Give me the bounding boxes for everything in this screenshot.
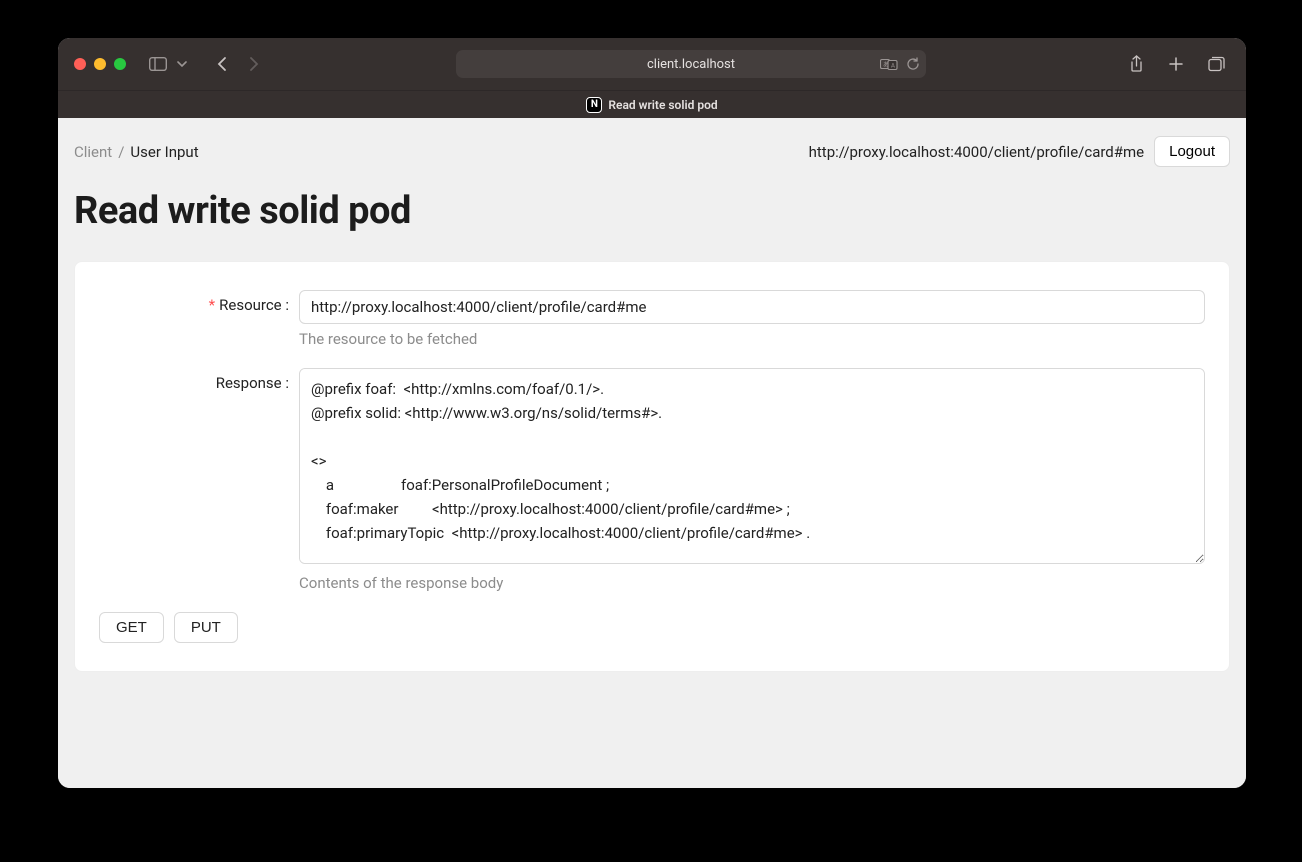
tab-overview-icon[interactable]	[1202, 50, 1230, 78]
new-tab-icon[interactable]	[1162, 50, 1190, 78]
tab-favicon: N	[586, 97, 602, 113]
form-card: *Resource : The resource to be fetched R…	[74, 261, 1230, 672]
tab-strip: N Read write solid pod	[58, 90, 1246, 118]
resource-help: The resource to be fetched	[299, 330, 1205, 348]
sidebar-toggle-button[interactable]	[144, 50, 172, 78]
svg-text:A: A	[891, 62, 895, 69]
resource-label: *Resource :	[99, 290, 299, 314]
share-icon[interactable]	[1122, 50, 1150, 78]
breadcrumb-separator: /	[118, 143, 124, 161]
address-bar[interactable]: client.localhost あ A	[456, 50, 926, 78]
window-minimize-button[interactable]	[94, 58, 106, 70]
forward-button[interactable]	[240, 50, 268, 78]
translate-icon[interactable]: あ A	[880, 58, 898, 71]
svg-text:あ: あ	[883, 61, 889, 68]
back-button[interactable]	[208, 50, 236, 78]
response-textarea[interactable]	[299, 368, 1205, 564]
response-label: Response :	[99, 368, 299, 392]
sidebar-chevron-down-icon[interactable]	[174, 50, 190, 78]
window-close-button[interactable]	[74, 58, 86, 70]
response-help: Contents of the response body	[299, 574, 1205, 592]
browser-window: client.localhost あ A	[58, 38, 1246, 788]
get-button[interactable]: GET	[99, 612, 164, 643]
reload-icon[interactable]	[906, 57, 920, 71]
titlebar: client.localhost あ A	[58, 38, 1246, 90]
page-title: Read write solid pod	[74, 189, 1230, 233]
user-webid: http://proxy.localhost:4000/client/profi…	[809, 143, 1144, 161]
logout-button[interactable]: Logout	[1154, 136, 1230, 167]
breadcrumb: Client / User Input	[74, 143, 199, 161]
page-content: Client / User Input http://proxy.localho…	[58, 118, 1246, 788]
breadcrumb-item-client[interactable]: Client	[74, 143, 112, 161]
resource-input[interactable]	[299, 290, 1205, 324]
put-button[interactable]: PUT	[174, 612, 238, 643]
address-text: client.localhost	[647, 57, 735, 72]
breadcrumb-item-user-input: User Input	[130, 143, 198, 161]
window-zoom-button[interactable]	[114, 58, 126, 70]
traffic-lights	[74, 58, 126, 70]
tab-title[interactable]: Read write solid pod	[608, 98, 717, 112]
